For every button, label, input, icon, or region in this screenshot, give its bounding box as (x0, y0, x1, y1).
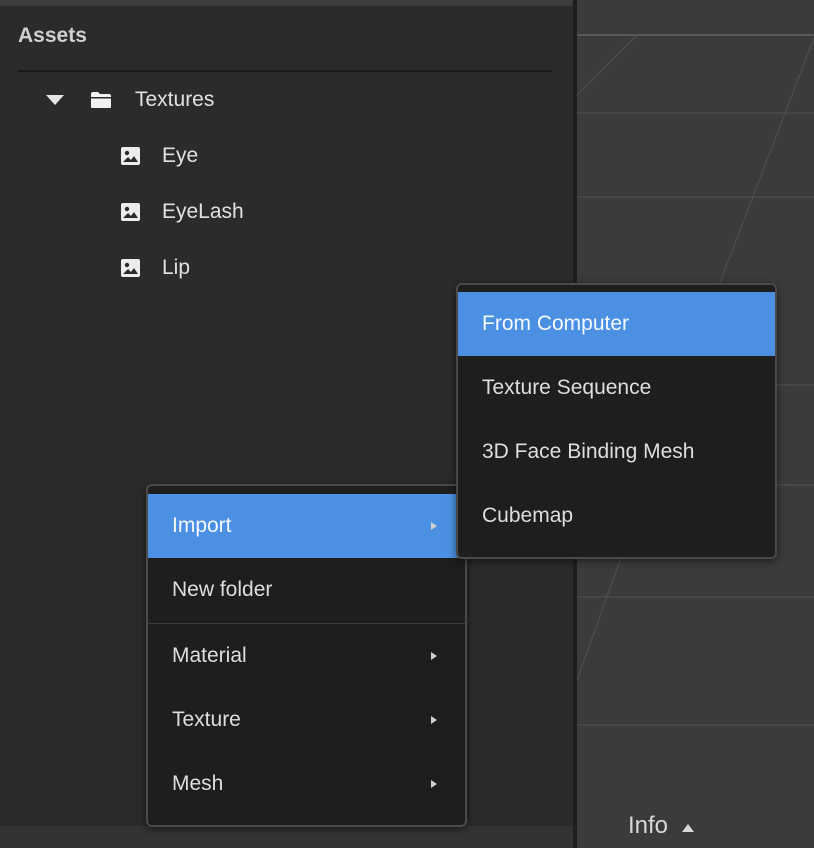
panel-bottom-bar (0, 826, 573, 848)
submenu-item-from-computer[interactable]: From Computer (458, 292, 775, 356)
image-icon (120, 146, 141, 166)
menu-item-label: Texture Sequence (482, 376, 652, 399)
context-menu: Import New folder Material Texture Mesh (146, 484, 467, 827)
image-icon (120, 258, 141, 278)
menu-item-label: New folder (172, 578, 273, 601)
tree-item-label: EyeLash (162, 200, 244, 223)
menu-item-mesh[interactable]: Mesh (148, 752, 465, 816)
menu-item-label: Cubemap (482, 504, 574, 527)
menu-item-label: From Computer (482, 312, 630, 335)
panel-top-bar (0, 0, 573, 6)
caret-down-icon[interactable] (46, 95, 64, 105)
menu-item-material[interactable]: Material (148, 624, 465, 688)
submenu-arrow-icon (431, 780, 437, 788)
menu-item-texture[interactable]: Texture (148, 688, 465, 752)
menu-item-new-folder[interactable]: New folder (148, 558, 465, 622)
menu-item-label: Mesh (172, 772, 224, 795)
submenu-item-3d-face-binding-mesh[interactable]: 3D Face Binding Mesh (458, 420, 775, 484)
submenu-arrow-icon (431, 716, 437, 724)
menu-item-import[interactable]: Import (148, 494, 465, 558)
assets-panel-title: Assets (18, 24, 87, 47)
submenu-arrow-icon (431, 522, 437, 530)
divider (18, 70, 552, 72)
submenu-item-texture-sequence[interactable]: Texture Sequence (458, 356, 775, 420)
submenu-arrow-icon (431, 652, 437, 660)
menu-item-label: Import (172, 514, 232, 537)
tree-item-label: Eye (162, 144, 199, 167)
submenu-item-cubemap[interactable]: Cubemap (458, 484, 775, 548)
folder-icon (90, 91, 112, 109)
tree-item-label: Lip (162, 256, 191, 279)
menu-item-label: Material (172, 644, 247, 667)
tree-item-lip[interactable]: Lip (120, 248, 190, 288)
tree-item-eye[interactable]: Eye (120, 136, 198, 176)
menu-item-label: Texture (172, 708, 241, 731)
tree-item-eyelash[interactable]: EyeLash (120, 192, 244, 232)
menu-item-label: 3D Face Binding Mesh (482, 440, 695, 463)
tree-folder-label: Textures (135, 88, 215, 111)
info-label: Info (628, 812, 669, 839)
tree-folder-textures[interactable]: Textures (46, 80, 214, 120)
info-toggle[interactable]: Info (628, 812, 695, 840)
image-icon (120, 202, 141, 222)
caret-up-icon (682, 824, 695, 832)
import-submenu: From Computer Texture Sequence 3D Face B… (456, 283, 777, 559)
